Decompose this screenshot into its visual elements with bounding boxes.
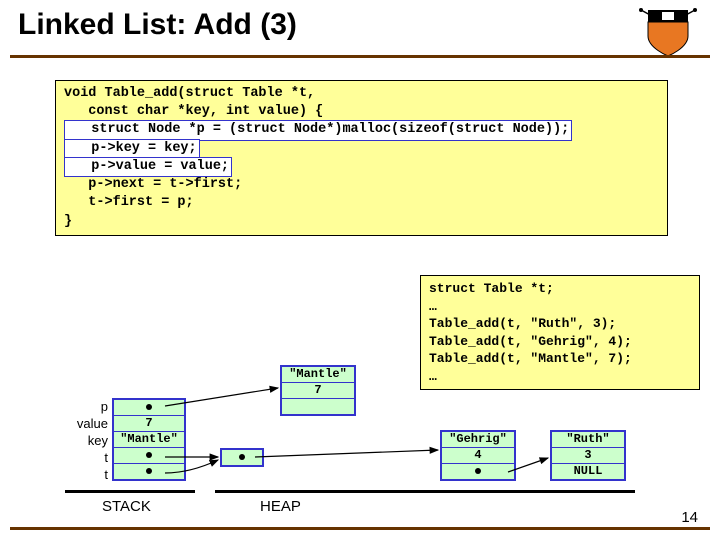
slide: Linked List: Add (3) void Table_add(stru… [0,0,720,540]
stack-underline [65,490,195,493]
code-line: … [429,299,437,314]
heap-table [220,448,264,467]
heap-cell: "Ruth" [552,432,624,448]
heap-cell: "Mantle" [282,367,354,383]
pointer-dot-icon [146,468,152,474]
heap-caption: HEAP [260,498,301,515]
heap-node-gehrig: "Gehrig" 4 [440,430,516,481]
heap-node-mantle: "Mantle" 7 [280,365,356,416]
stack-label: t [60,466,108,483]
code-line: p->next = t->first; [64,177,242,192]
stack-labels: p value key t t [60,398,108,483]
pointer-dot-icon [475,468,481,474]
divider-bottom [10,527,710,530]
code-highlight: p->value = value; [64,157,232,177]
stack-cell: 7 [114,416,184,432]
heap-underline [215,490,635,493]
stack-label: key [60,432,108,449]
heap-cell: 4 [442,448,514,464]
code-line: Table_add(t, "Gehrig", 4); [429,334,632,349]
heap-cell [442,464,514,479]
princeton-shield-icon [638,6,698,61]
pointer-dot-icon [146,452,152,458]
stack-caption: STACK [102,498,151,515]
stack-cell [114,448,184,464]
heap-cell: 7 [282,383,354,399]
code-line: Table_add(t, "Ruth", 3); [429,316,616,331]
stack-cell: "Mantle" [114,432,184,448]
code-line: void Table_add(struct Table *t, [64,86,315,101]
pointer-dot-icon [239,454,245,460]
heap-cell: 3 [552,448,624,464]
diagram: p value key t t 7 "Mantle" "Mantle" 7 "G… [60,380,660,520]
code-line: t->first = p; [64,195,194,210]
stack-frame: 7 "Mantle" [112,398,186,481]
code-side: struct Table *t; … Table_add(t, "Ruth", … [420,275,700,390]
code-line: } [64,214,72,229]
code-highlight: struct Node *p = (struct Node*)malloc(si… [64,120,572,140]
code-line: Table_add(t, "Mantle", 7); [429,351,632,366]
page-title: Linked List: Add (3) [18,8,297,42]
code-highlight: p->key = key; [64,139,200,159]
heap-cell [282,399,354,414]
code-line: const char *key, int value) { [64,104,323,119]
code-main: void Table_add(struct Table *t, const ch… [55,80,668,236]
heap-node-ruth: "Ruth" 3 NULL [550,430,626,481]
stack-label: p [60,398,108,415]
divider-top [10,55,710,58]
stack-cell [114,400,184,416]
heap-cell: NULL [552,464,624,479]
stack-label: value [60,415,108,432]
heap-cell: "Gehrig" [442,432,514,448]
page-number: 14 [681,509,698,526]
pointer-dot-icon [146,404,152,410]
code-line: struct Table *t; [429,281,554,296]
stack-cell [114,464,184,479]
stack-label: t [60,449,108,466]
heap-cell [222,450,262,465]
